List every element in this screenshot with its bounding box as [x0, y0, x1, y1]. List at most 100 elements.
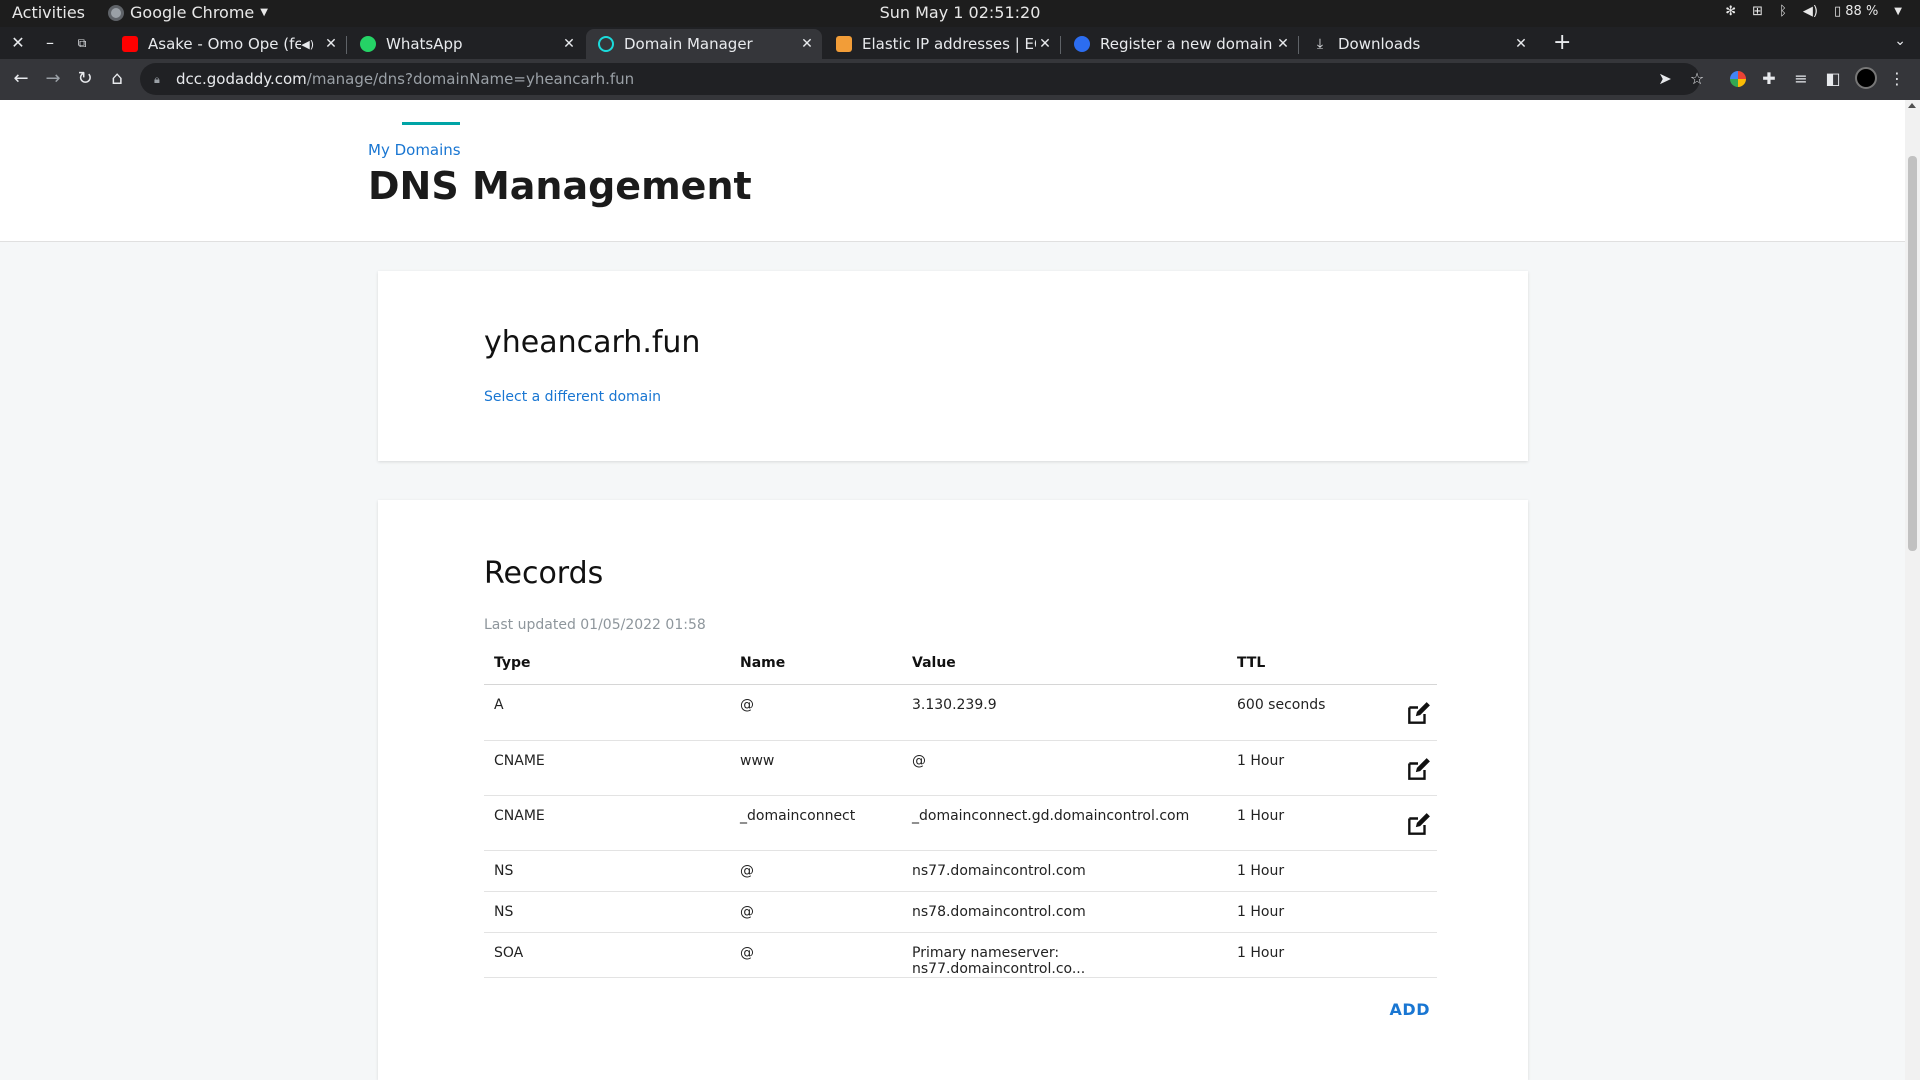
record-name: @	[730, 850, 902, 892]
app-menu[interactable]: Google Chrome ▼	[108, 3, 268, 22]
scrollbar-thumb[interactable]	[1908, 156, 1917, 551]
domain-card: yheancarh.fun Select a different domain	[378, 271, 1528, 461]
lock-icon[interactable]: 🔒︎	[154, 73, 166, 86]
page-header: My Domains DNS Management	[0, 100, 1905, 242]
tab-strip: ✕ – ⧉ Asake - Omo Ope (feat ◀) ✕ WhatsAp…	[0, 27, 1920, 59]
record-value: ns78.domaincontrol.com	[902, 891, 1227, 933]
tab-close-icon[interactable]: ✕	[1036, 36, 1054, 52]
scroll-up-arrow-icon[interactable]	[1908, 103, 1916, 108]
system-tray[interactable]: ✻ ⊞ ᛒ ◀) ▯ 88 % ▼	[1725, 4, 1902, 19]
tab-youtube[interactable]: Asake - Omo Ope (feat ◀) ✕	[110, 29, 347, 59]
tab-close-icon[interactable]: ✕	[1512, 36, 1530, 52]
record-name: @	[730, 684, 902, 741]
battery-indicator[interactable]: ▯ 88 %	[1834, 4, 1878, 19]
record-ttl: 1 Hour	[1227, 891, 1387, 933]
side-panel-icon[interactable]: ◧	[1822, 68, 1844, 90]
browser-toolbar: ← → ↻ ⌂ 🔒︎ dcc.godaddy.com/manage/dns?do…	[0, 59, 1920, 100]
reading-list-icon[interactable]: ≡	[1790, 68, 1812, 90]
aws-icon	[836, 36, 852, 52]
column-header-name: Name	[730, 643, 902, 685]
record-actions	[1387, 850, 1437, 892]
tab-title: Domain Manager	[624, 35, 753, 53]
record-type: A	[484, 684, 730, 741]
record-name: www	[730, 740, 902, 796]
tab-downloads[interactable]: ⤓ Downloads ✕	[1300, 29, 1536, 59]
tab-aws-elastic-ip[interactable]: Elastic IP addresses | EC2 ✕	[824, 29, 1061, 59]
register-icon	[1074, 36, 1090, 52]
bluetooth-icon[interactable]: ᛒ	[1779, 4, 1787, 19]
send-tab-icon[interactable]: ➤	[1654, 68, 1676, 90]
page-viewport: My Domains DNS Management yheancarh.fun …	[0, 100, 1905, 1080]
record-name: _domainconnect	[730, 795, 902, 851]
record-type: NS	[484, 891, 730, 933]
tab-close-icon[interactable]: ✕	[1274, 36, 1292, 52]
active-subnav-indicator	[402, 122, 460, 125]
window-restore-icon[interactable]: ⧉	[72, 33, 92, 53]
tab-title: WhatsApp	[386, 35, 463, 53]
network-icon[interactable]: ⊞	[1752, 4, 1763, 19]
record-type: NS	[484, 850, 730, 892]
forward-arrow-icon[interactable]: →	[42, 68, 64, 90]
whatsapp-icon	[360, 36, 376, 52]
tab-search-chevron-icon[interactable]: ⌄	[1894, 33, 1906, 49]
edit-record-icon[interactable]	[1405, 701, 1431, 727]
tab-separator	[346, 36, 347, 54]
record-ttl: 1 Hour	[1227, 850, 1387, 892]
bookmark-star-icon[interactable]: ☆	[1686, 68, 1708, 90]
godaddy-icon	[598, 36, 614, 52]
page-scrollbar[interactable]	[1905, 100, 1920, 1080]
tab-title: Elastic IP addresses | EC2	[862, 35, 1036, 53]
tab-close-icon[interactable]: ✕	[322, 36, 340, 52]
edit-record-icon[interactable]	[1405, 757, 1431, 783]
chrome-menu-icon[interactable]: ⋮	[1886, 68, 1908, 90]
select-different-domain-link[interactable]: Select a different domain	[484, 389, 661, 405]
record-actions	[1387, 891, 1437, 933]
page-title: DNS Management	[368, 164, 752, 208]
record-ttl: 1 Hour	[1227, 795, 1387, 851]
extensions-puzzle-icon[interactable]: ✚	[1758, 68, 1780, 90]
battery-percent: 88 %	[1845, 4, 1879, 19]
address-bar[interactable]: 🔒︎ dcc.godaddy.com/manage/dns?domainName…	[140, 63, 1700, 95]
record-value: 3.130.239.9	[902, 684, 1227, 741]
window-minimize-icon[interactable]: –	[40, 33, 60, 53]
url-host: dcc.godaddy.com	[176, 70, 307, 88]
record-value: @	[902, 740, 1227, 796]
column-header-type: Type	[484, 643, 730, 685]
reload-icon[interactable]: ↻	[74, 68, 96, 90]
column-header-value: Value	[902, 643, 1227, 685]
tab-domain-manager[interactable]: Domain Manager ✕	[586, 29, 822, 59]
tab-whatsapp[interactable]: WhatsApp ✕	[348, 29, 584, 59]
edit-record-icon[interactable]	[1405, 812, 1431, 838]
power-menu-icon[interactable]: ▼	[1894, 6, 1902, 17]
window-close-icon[interactable]: ✕	[8, 33, 28, 53]
domain-name: yheancarh.fun	[484, 325, 701, 360]
speaker-icon[interactable]: ◀)	[301, 38, 314, 51]
slack-icon[interactable]: ✻	[1725, 4, 1736, 19]
home-icon[interactable]: ⌂	[106, 68, 128, 90]
caret-down-icon: ▼	[260, 7, 268, 18]
tab-title: Register a new domain na	[1100, 35, 1274, 53]
record-actions	[1387, 684, 1437, 741]
volume-icon[interactable]: ◀)	[1803, 4, 1818, 19]
url-path: /manage/dns?domainName=yheancarh.fun	[306, 70, 635, 88]
tab-separator	[1298, 36, 1299, 54]
breadcrumb-my-domains[interactable]: My Domains	[368, 141, 461, 159]
new-tab-button[interactable]: +	[1553, 32, 1571, 54]
color-extension-icon[interactable]	[1727, 68, 1749, 90]
add-record-button[interactable]: ADD	[1390, 1000, 1430, 1019]
table-row: NS @ ns77.domaincontrol.com 1 Hour	[484, 850, 1437, 892]
record-actions	[1387, 932, 1437, 978]
clock[interactable]: Sun May 1 02:51:20	[0, 3, 1920, 22]
tab-close-icon[interactable]: ✕	[560, 36, 578, 52]
activities-button[interactable]: Activities	[12, 3, 85, 22]
profile-avatar[interactable]	[1855, 67, 1877, 89]
record-ttl: 1 Hour	[1227, 740, 1387, 796]
tab-separator	[1060, 36, 1061, 54]
record-type: CNAME	[484, 795, 730, 851]
back-arrow-icon[interactable]: ←	[10, 68, 32, 90]
record-ttl: 1 Hour	[1227, 932, 1387, 978]
tab-close-icon[interactable]: ✕	[798, 36, 816, 52]
tab-register-domain[interactable]: Register a new domain na ✕	[1062, 29, 1299, 59]
record-value: _domainconnect.gd.domaincontrol.com	[902, 795, 1227, 851]
records-card: Records Last updated 01/05/2022 01:58 Ty…	[378, 500, 1528, 1080]
